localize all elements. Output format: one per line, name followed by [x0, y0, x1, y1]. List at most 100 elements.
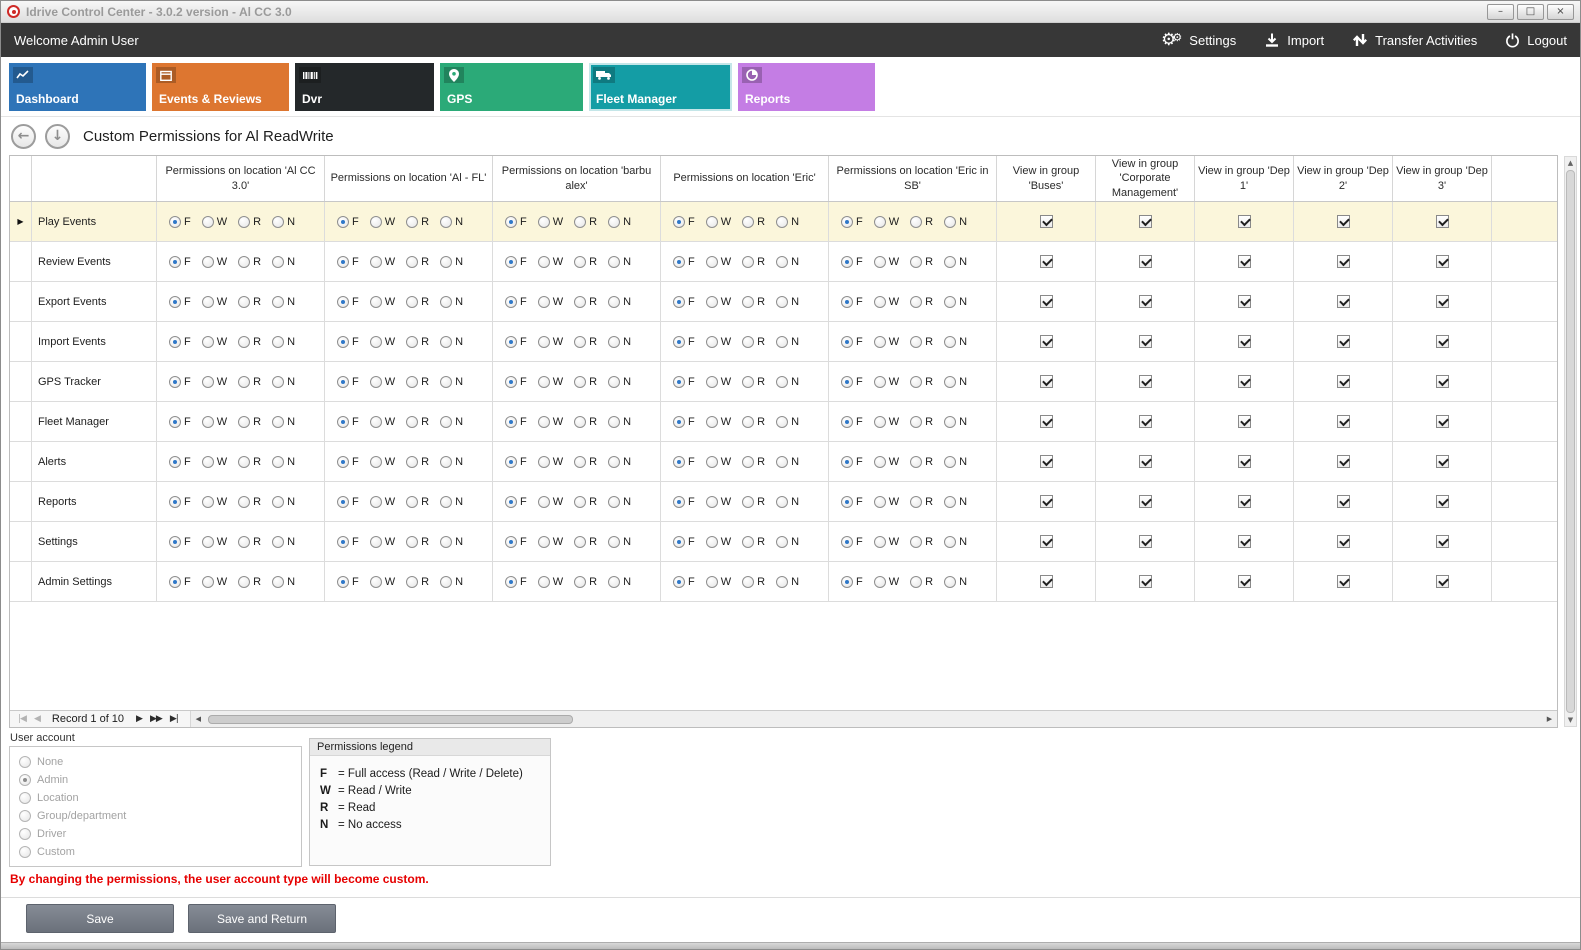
permission-radio-w[interactable]: W: [874, 496, 899, 508]
permission-radio-f[interactable]: F: [841, 256, 863, 268]
permission-radio-r[interactable]: R: [574, 296, 597, 308]
scroll-up-arrow[interactable]: ▲: [1568, 157, 1573, 169]
permission-radio-w[interactable]: W: [202, 376, 227, 388]
permission-radio-r[interactable]: R: [406, 416, 429, 428]
group-view-checkbox[interactable]: [1436, 495, 1449, 508]
permission-radio-n[interactable]: N: [440, 296, 463, 308]
permission-radio-f[interactable]: F: [673, 496, 695, 508]
user-account-option[interactable]: Group/department: [19, 807, 292, 825]
permission-radio-n[interactable]: N: [440, 536, 463, 548]
permission-radio-f[interactable]: F: [337, 576, 359, 588]
permission-radio-r[interactable]: R: [910, 496, 933, 508]
group-view-checkbox[interactable]: [1238, 295, 1251, 308]
permission-radio-n[interactable]: N: [608, 576, 631, 588]
tab-reports[interactable]: Reports: [738, 63, 875, 111]
permission-radio-w[interactable]: W: [538, 256, 563, 268]
permission-radio-f[interactable]: F: [505, 496, 527, 508]
group-view-checkbox[interactable]: [1337, 375, 1350, 388]
permission-radio-n[interactable]: N: [272, 256, 295, 268]
group-view-checkbox[interactable]: [1436, 535, 1449, 548]
group-view-checkbox[interactable]: [1040, 255, 1053, 268]
permission-radio-w[interactable]: W: [538, 376, 563, 388]
permission-radio-n[interactable]: N: [776, 376, 799, 388]
permission-radio-f[interactable]: F: [169, 416, 191, 428]
permission-radio-f[interactable]: F: [673, 256, 695, 268]
permission-radio-r[interactable]: R: [574, 336, 597, 348]
permission-radio-f[interactable]: F: [169, 216, 191, 228]
group-view-checkbox[interactable]: [1238, 415, 1251, 428]
group-view-checkbox[interactable]: [1337, 335, 1350, 348]
group-view-checkbox[interactable]: [1238, 215, 1251, 228]
tab-gps[interactable]: GPS: [440, 63, 583, 111]
permission-radio-r[interactable]: R: [574, 416, 597, 428]
group-view-checkbox[interactable]: [1040, 455, 1053, 468]
permission-radio-n[interactable]: N: [608, 376, 631, 388]
permission-radio-w[interactable]: W: [874, 256, 899, 268]
permission-radio-w[interactable]: W: [538, 456, 563, 468]
permission-radio-w[interactable]: W: [370, 376, 395, 388]
permission-radio-f[interactable]: F: [169, 456, 191, 468]
permission-radio-n[interactable]: N: [440, 416, 463, 428]
permission-radio-w[interactable]: W: [706, 376, 731, 388]
permission-radio-f[interactable]: F: [337, 496, 359, 508]
permission-radio-r[interactable]: R: [238, 256, 261, 268]
group-view-checkbox[interactable]: [1238, 495, 1251, 508]
permission-radio-n[interactable]: N: [944, 456, 967, 468]
permission-radio-f[interactable]: F: [841, 456, 863, 468]
permission-radio-w[interactable]: W: [706, 536, 731, 548]
permission-radio-n[interactable]: N: [440, 376, 463, 388]
permission-radio-f[interactable]: F: [505, 216, 527, 228]
permission-radio-w[interactable]: W: [202, 536, 227, 548]
permission-radio-r[interactable]: R: [574, 536, 597, 548]
permission-radio-r[interactable]: R: [742, 296, 765, 308]
group-view-checkbox[interactable]: [1139, 255, 1152, 268]
scroll-down-arrow[interactable]: ▼: [1568, 714, 1573, 726]
permission-radio-w[interactable]: W: [202, 336, 227, 348]
group-view-checkbox[interactable]: [1040, 535, 1053, 548]
group-view-checkbox[interactable]: [1337, 295, 1350, 308]
permission-radio-r[interactable]: R: [574, 376, 597, 388]
group-view-checkbox[interactable]: [1139, 375, 1152, 388]
permission-radio-w[interactable]: W: [370, 256, 395, 268]
group-view-checkbox[interactable]: [1040, 575, 1053, 588]
permission-radio-n[interactable]: N: [272, 456, 295, 468]
scroll-right-arrow[interactable]: ▶: [1542, 715, 1557, 723]
group-view-checkbox[interactable]: [1139, 495, 1152, 508]
permission-radio-r[interactable]: R: [742, 336, 765, 348]
group-view-checkbox[interactable]: [1238, 575, 1251, 588]
permission-radio-w[interactable]: W: [202, 576, 227, 588]
permission-radio-f[interactable]: F: [337, 376, 359, 388]
table-row[interactable]: Fleet ManagerFWRNFWRNFWRNFWRNFWRN: [10, 402, 1557, 442]
user-account-option[interactable]: Admin: [19, 771, 292, 789]
table-row[interactable]: GPS TrackerFWRNFWRNFWRNFWRNFWRN: [10, 362, 1557, 402]
group-view-checkbox[interactable]: [1238, 535, 1251, 548]
table-row[interactable]: ▶Play EventsFWRNFWRNFWRNFWRNFWRN: [10, 202, 1557, 242]
scroll-left-arrow[interactable]: ◀: [191, 715, 206, 723]
permission-radio-r[interactable]: R: [406, 216, 429, 228]
horizontal-scroll-thumb[interactable]: [208, 715, 573, 724]
transfer-activities-button[interactable]: Transfer Activities: [1352, 32, 1477, 48]
permission-radio-n[interactable]: N: [272, 296, 295, 308]
import-button[interactable]: Import: [1264, 32, 1324, 48]
permission-radio-f[interactable]: F: [841, 536, 863, 548]
back-button[interactable]: ←: [11, 124, 36, 149]
permission-radio-w[interactable]: W: [370, 216, 395, 228]
permission-radio-n[interactable]: N: [776, 456, 799, 468]
permission-radio-r[interactable]: R: [910, 376, 933, 388]
permission-radio-r[interactable]: R: [742, 456, 765, 468]
close-button[interactable]: ×: [1547, 4, 1574, 20]
group-view-checkbox[interactable]: [1040, 495, 1053, 508]
permission-radio-r[interactable]: R: [742, 536, 765, 548]
save-button[interactable]: Save: [26, 904, 174, 933]
group-view-checkbox[interactable]: [1436, 215, 1449, 228]
permission-radio-n[interactable]: N: [944, 336, 967, 348]
tab-fleet-manager[interactable]: Fleet Manager: [589, 63, 732, 111]
permission-radio-r[interactable]: R: [238, 536, 261, 548]
permission-radio-f[interactable]: F: [841, 336, 863, 348]
permission-radio-w[interactable]: W: [874, 416, 899, 428]
group-view-checkbox[interactable]: [1139, 295, 1152, 308]
horizontal-scroll-track[interactable]: [206, 714, 1542, 725]
permission-radio-w[interactable]: W: [370, 496, 395, 508]
user-account-option[interactable]: Driver: [19, 825, 292, 843]
group-view-checkbox[interactable]: [1337, 415, 1350, 428]
